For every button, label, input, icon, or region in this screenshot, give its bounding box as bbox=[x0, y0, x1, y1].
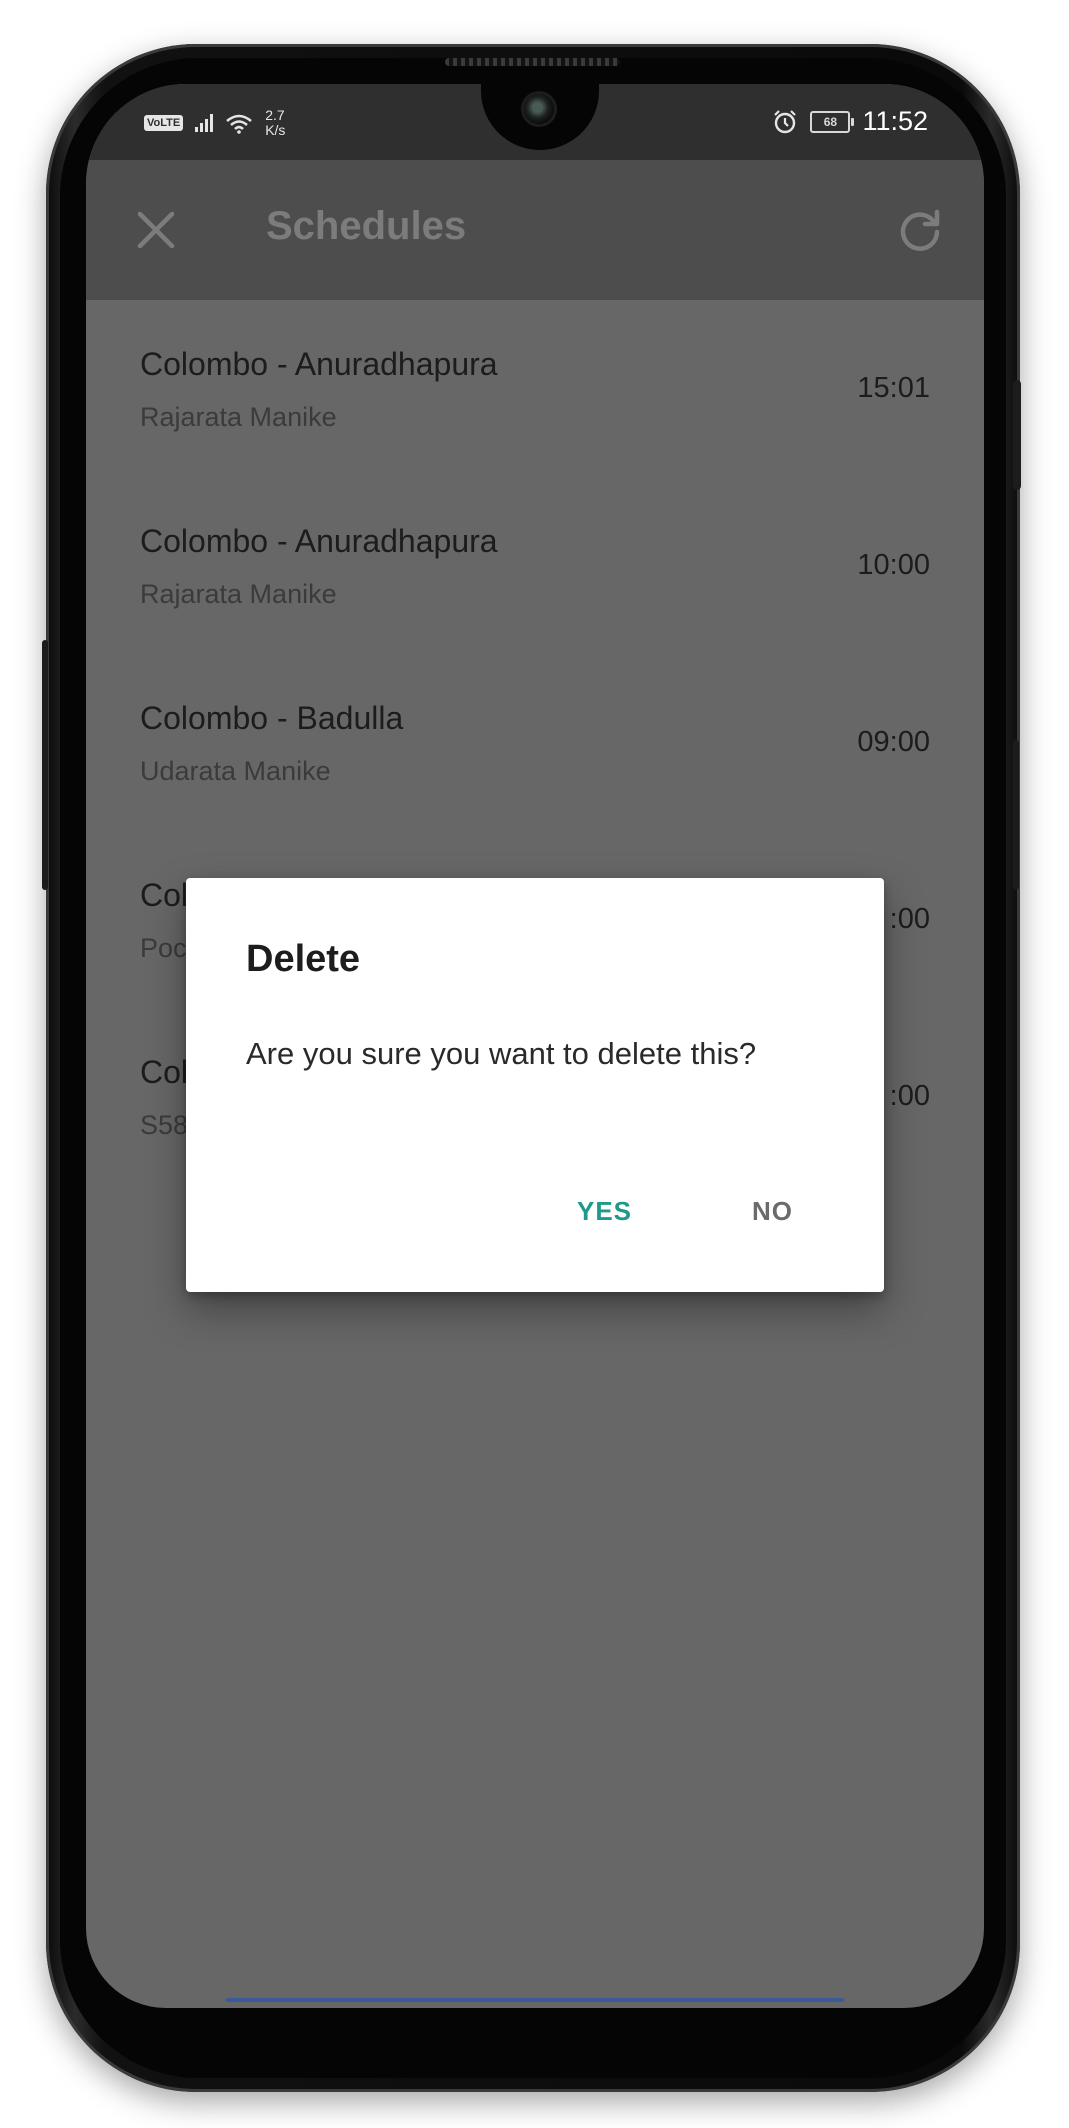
dialog-title: Delete bbox=[246, 938, 361, 980]
device-frame: VoLTE 2.7 K/s 68 11:52 Schedules Colombo… bbox=[0, 0, 1069, 2128]
net-speed-unit: K/s bbox=[265, 122, 286, 138]
train-name: Udarata Manike bbox=[140, 756, 331, 786]
departure-time: 10:00 bbox=[857, 549, 930, 581]
list-item[interactable]: Colombo - Badulla Udarata Manike 09:00 bbox=[86, 654, 984, 831]
status-left: VoLTE 2.7 K/s bbox=[144, 108, 285, 138]
status-bar: VoLTE 2.7 K/s 68 11:52 bbox=[86, 84, 984, 160]
departure-time: :00 bbox=[889, 903, 930, 935]
signal-icon bbox=[195, 114, 214, 132]
route-name: Col bbox=[140, 877, 189, 913]
train-name: Rajarata Manike bbox=[140, 579, 337, 609]
route-name: Colombo - Badulla bbox=[140, 700, 404, 736]
volte-badge: VoLTE bbox=[144, 115, 184, 131]
camera-notch bbox=[481, 84, 599, 150]
departure-time: :00 bbox=[889, 1080, 930, 1112]
volume-button bbox=[1013, 740, 1019, 890]
net-speed: 2.7 K/s bbox=[265, 108, 285, 138]
train-name: S58 bbox=[140, 1110, 189, 1140]
front-camera bbox=[524, 94, 554, 124]
train-name: Rajarata Manike bbox=[140, 402, 337, 432]
close-icon[interactable] bbox=[134, 208, 178, 252]
delete-dialog: Delete Are you sure you want to delete t… bbox=[186, 878, 884, 1292]
train-name: Poc bbox=[140, 933, 187, 963]
net-speed-value: 2.7 bbox=[265, 107, 285, 123]
refresh-icon[interactable] bbox=[896, 206, 944, 254]
app-bar: Schedules bbox=[86, 160, 984, 300]
wifi-icon bbox=[226, 114, 253, 134]
no-button[interactable]: NO bbox=[738, 1188, 807, 1235]
dialog-message: Are you sure you want to delete this? bbox=[246, 1036, 757, 1071]
battery-icon: 68 bbox=[810, 110, 855, 133]
earpiece-speaker bbox=[445, 58, 620, 66]
departure-time: 15:01 bbox=[857, 372, 930, 404]
list-item[interactable]: Colombo - Anuradhapura Rajarata Manike 1… bbox=[86, 477, 984, 654]
route-name: Col bbox=[140, 1054, 189, 1090]
left-side-button bbox=[42, 640, 48, 890]
power-button bbox=[1013, 380, 1021, 490]
yes-button[interactable]: YES bbox=[563, 1188, 646, 1235]
status-time: 11:52 bbox=[862, 106, 928, 136]
route-name: Colombo - Anuradhapura bbox=[140, 523, 498, 559]
departure-time: 09:00 bbox=[857, 726, 930, 758]
route-name: Colombo - Anuradhapura bbox=[140, 346, 498, 382]
page-title: Schedules bbox=[266, 204, 467, 248]
list-item[interactable]: Colombo - Anuradhapura Rajarata Manike 1… bbox=[86, 300, 984, 477]
status-right: 68 11:52 bbox=[772, 106, 928, 137]
home-indicator bbox=[226, 1998, 844, 2002]
alarm-icon bbox=[774, 109, 797, 133]
